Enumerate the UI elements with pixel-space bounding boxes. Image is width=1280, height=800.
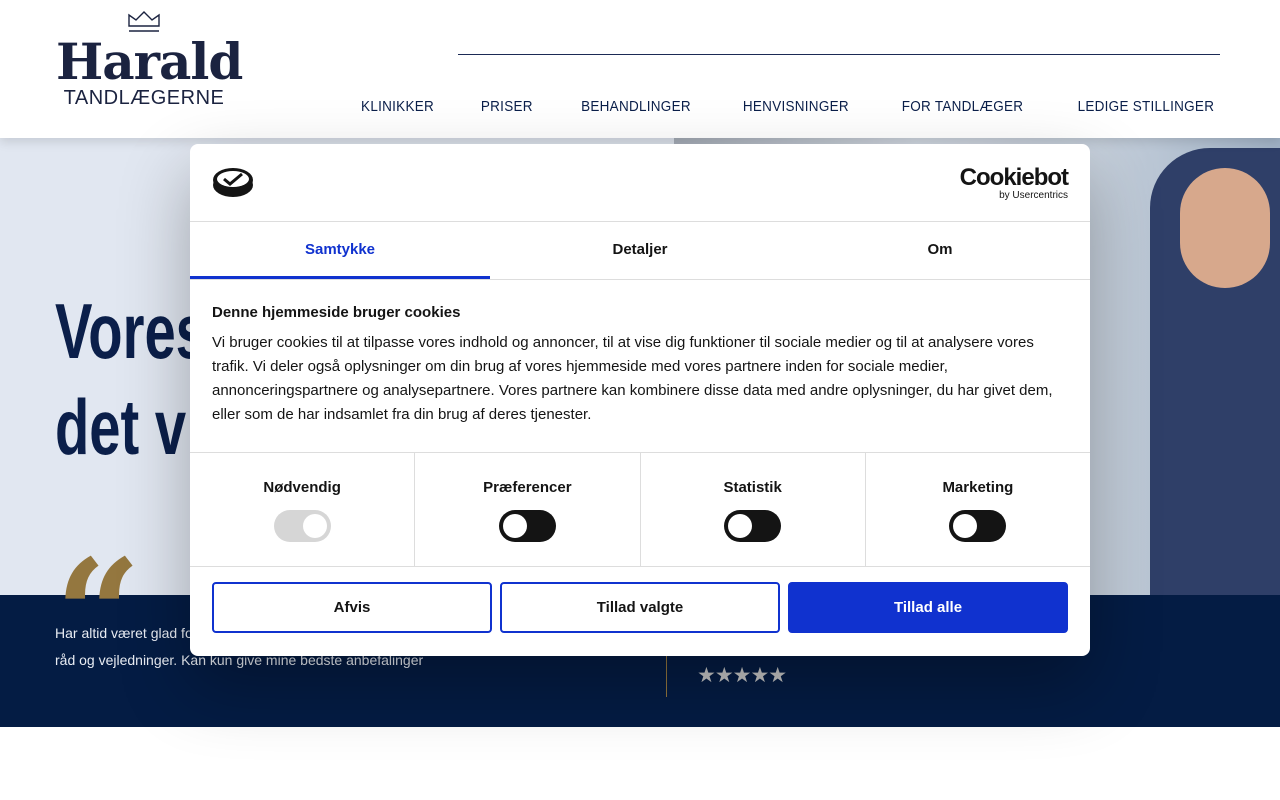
photo-person: [1150, 148, 1280, 595]
nav-for-tandlaeger[interactable]: FOR TANDLÆGER: [902, 98, 1024, 115]
dialog-tabs: Samtykke Detaljer Om: [190, 222, 1090, 280]
category-preferences: Præferencer: [415, 453, 641, 566]
tab-samtykke[interactable]: Samtykke: [190, 222, 490, 279]
tab-om[interactable]: Om: [790, 222, 1090, 279]
marketing-toggle[interactable]: [949, 510, 1007, 542]
category-label: Statistik: [723, 479, 782, 496]
logo-main-text: Harald: [56, 32, 243, 91]
hero-title-line1: Vores: [55, 287, 207, 375]
harald-logo[interactable]: Harald TANDLÆGERNE: [56, 10, 243, 109]
quote-icon: “: [55, 540, 141, 612]
site-header: Harald TANDLÆGERNE KLINIKKER PRISER BEHA…: [0, 0, 1280, 138]
cookie-consent-dialog: Cookiebot by Usercentrics Samtykke Detal…: [190, 144, 1090, 656]
cookiebot-logo: Cookiebot by Usercentrics: [959, 164, 1069, 202]
hero-title: Vores det vi: [55, 283, 207, 475]
dialog-heading: Denne hjemmeside bruger cookies: [212, 304, 461, 321]
statistics-toggle[interactable]: [724, 510, 782, 542]
photo-face: [1180, 168, 1270, 288]
category-statistics: Statistik: [641, 453, 866, 566]
brand-name: Cookiebot: [959, 164, 1069, 191]
reject-button[interactable]: Afvis: [212, 582, 492, 633]
category-label: Nødvendig: [263, 479, 341, 496]
tab-detaljer[interactable]: Detaljer: [490, 222, 790, 279]
allow-selected-button[interactable]: Tillad valgte: [500, 582, 780, 633]
dialog-description: Vi bruger cookies til at tilpasse vores …: [212, 334, 1053, 423]
nav-priser[interactable]: PRISER: [481, 98, 533, 115]
category-label: Præferencer: [483, 479, 572, 496]
logo-sub-text: TANDLÆGERNE: [63, 87, 225, 109]
necessary-toggle: [273, 510, 331, 542]
nav-klinikker[interactable]: KLINIKKER: [361, 98, 434, 115]
allow-all-button[interactable]: Tillad alle: [788, 582, 1068, 633]
cookiebot-icon: [213, 168, 253, 197]
dialog-body: Denne hjemmeside bruger cookies Vi bruge…: [190, 280, 1090, 453]
cookie-categories: Nødvendig Præferencer Statistik Marketin…: [190, 453, 1090, 567]
hero-title-line2: det vi: [55, 383, 202, 471]
main-nav: KLINIKKER PRISER BEHANDLINGER HENVISNING…: [357, 98, 1222, 115]
nav-henvisninger[interactable]: HENVISNINGER: [743, 98, 849, 115]
nav-behandlinger[interactable]: BEHANDLINGER: [581, 98, 691, 115]
star-rating-icon: ★★★★★: [697, 664, 787, 687]
preferences-toggle[interactable]: [498, 510, 556, 542]
nav-ledige-stillinger[interactable]: LEDIGE STILLINGER: [1078, 98, 1215, 115]
nav-divider: [458, 54, 1220, 55]
category-necessary: Nødvendig: [190, 453, 416, 566]
category-marketing: Marketing: [866, 453, 1090, 566]
dialog-header: Cookiebot by Usercentrics: [190, 144, 1090, 222]
dialog-actions: Afvis Tillad valgte Tillad alle: [190, 567, 1090, 648]
brand-sub: by Usercentrics: [999, 190, 1068, 201]
category-label: Marketing: [942, 479, 1014, 496]
